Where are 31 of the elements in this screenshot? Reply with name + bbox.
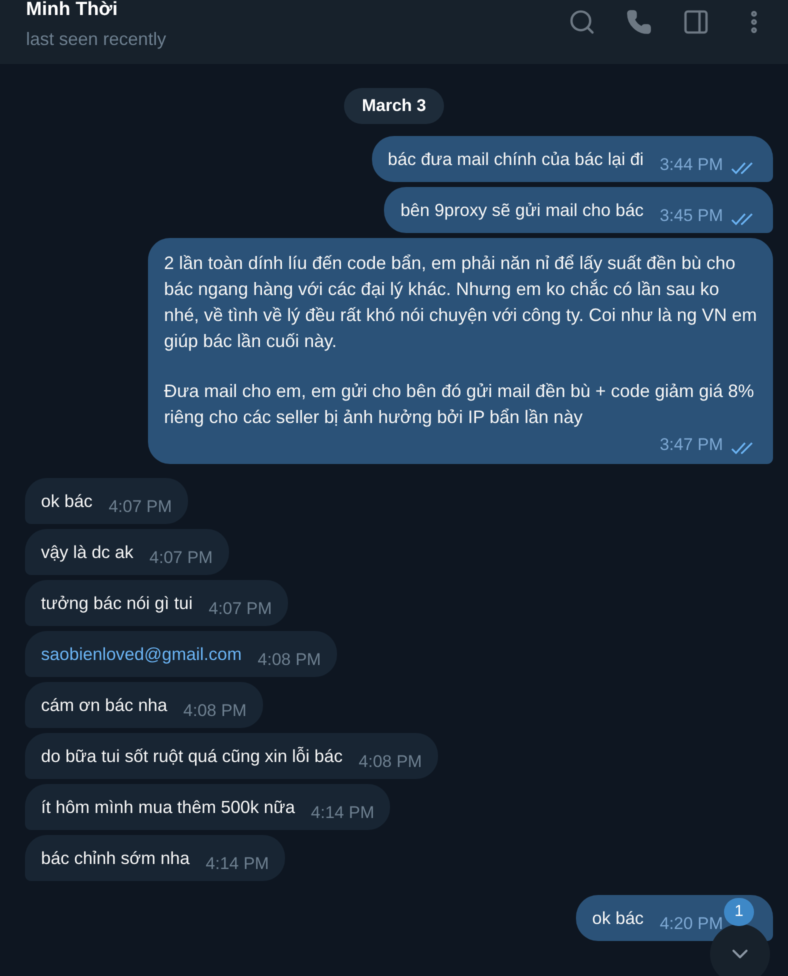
message-text: 2 lần toàn dính líu đến code bẩn, em phải năn nỉ để lấy suất đền bù cho bác ngang hàng với các đại lý khác. Nhưng em ko chắc có lần sau ko nhé, về tình về lý đều rất khó nói chuyện với công ty. Coi như là ng VN em giúp bác lần cuối này. — [164, 252, 757, 353]
message-time: 4:07 PM — [149, 546, 213, 568]
search-icon[interactable] — [568, 8, 596, 36]
message-text: bác đưa mail chính của bác lại đi — [388, 148, 644, 170]
message-time: 4:07 PM — [208, 598, 272, 620]
sidebar-toggle-icon[interactable] — [682, 8, 710, 36]
message-text: ok bác — [592, 906, 644, 930]
message-time: 4:20 PM — [660, 912, 723, 934]
contact-name[interactable]: Minh Thời — [26, 0, 166, 22]
message-text: bác chỉnh sớm nha — [41, 846, 190, 870]
message-text: ít hôm mình mua thêm 500k nữa — [41, 796, 295, 818]
message-text: ok bác — [41, 490, 93, 512]
message-time: 4:08 PM — [183, 700, 247, 722]
message-text: vậy là dc ak — [41, 540, 134, 564]
message-time: 3:44 PM — [660, 154, 723, 176]
message-text: do bữa tui sốt ruột quá cũng xin lỗi bác — [41, 744, 343, 768]
date-badge: March 3 — [344, 88, 444, 124]
message-time: 3:45 PM — [660, 204, 723, 226]
message-text: cám ơn bác nha — [41, 694, 168, 716]
message-text: Đưa mail cho em, em gửi cho bên đó gửi mail đền bù + code giảm giá 8% riêng cho các seller bị ảnh hưởng bởi IP bẩn lần này — [164, 380, 755, 429]
phone-icon[interactable] — [626, 9, 652, 35]
message-time: 3:47 PM — [660, 434, 723, 456]
contact-status: last seen recently — [26, 28, 166, 51]
message-time: 4:14 PM — [206, 852, 269, 874]
message-time: 4:08 PM — [258, 648, 321, 670]
message-text: tưởng bác nói gì tui — [41, 592, 193, 615]
message-time: 4:08 PM — [358, 750, 422, 772]
message-time: 4:07 PM — [108, 496, 172, 518]
message-time: 4:14 PM — [310, 802, 374, 824]
email-link[interactable]: saobienloved@gmail.com — [41, 640, 242, 666]
message-text: bên 9proxy sẽ gửi mail cho bác — [400, 198, 644, 222]
